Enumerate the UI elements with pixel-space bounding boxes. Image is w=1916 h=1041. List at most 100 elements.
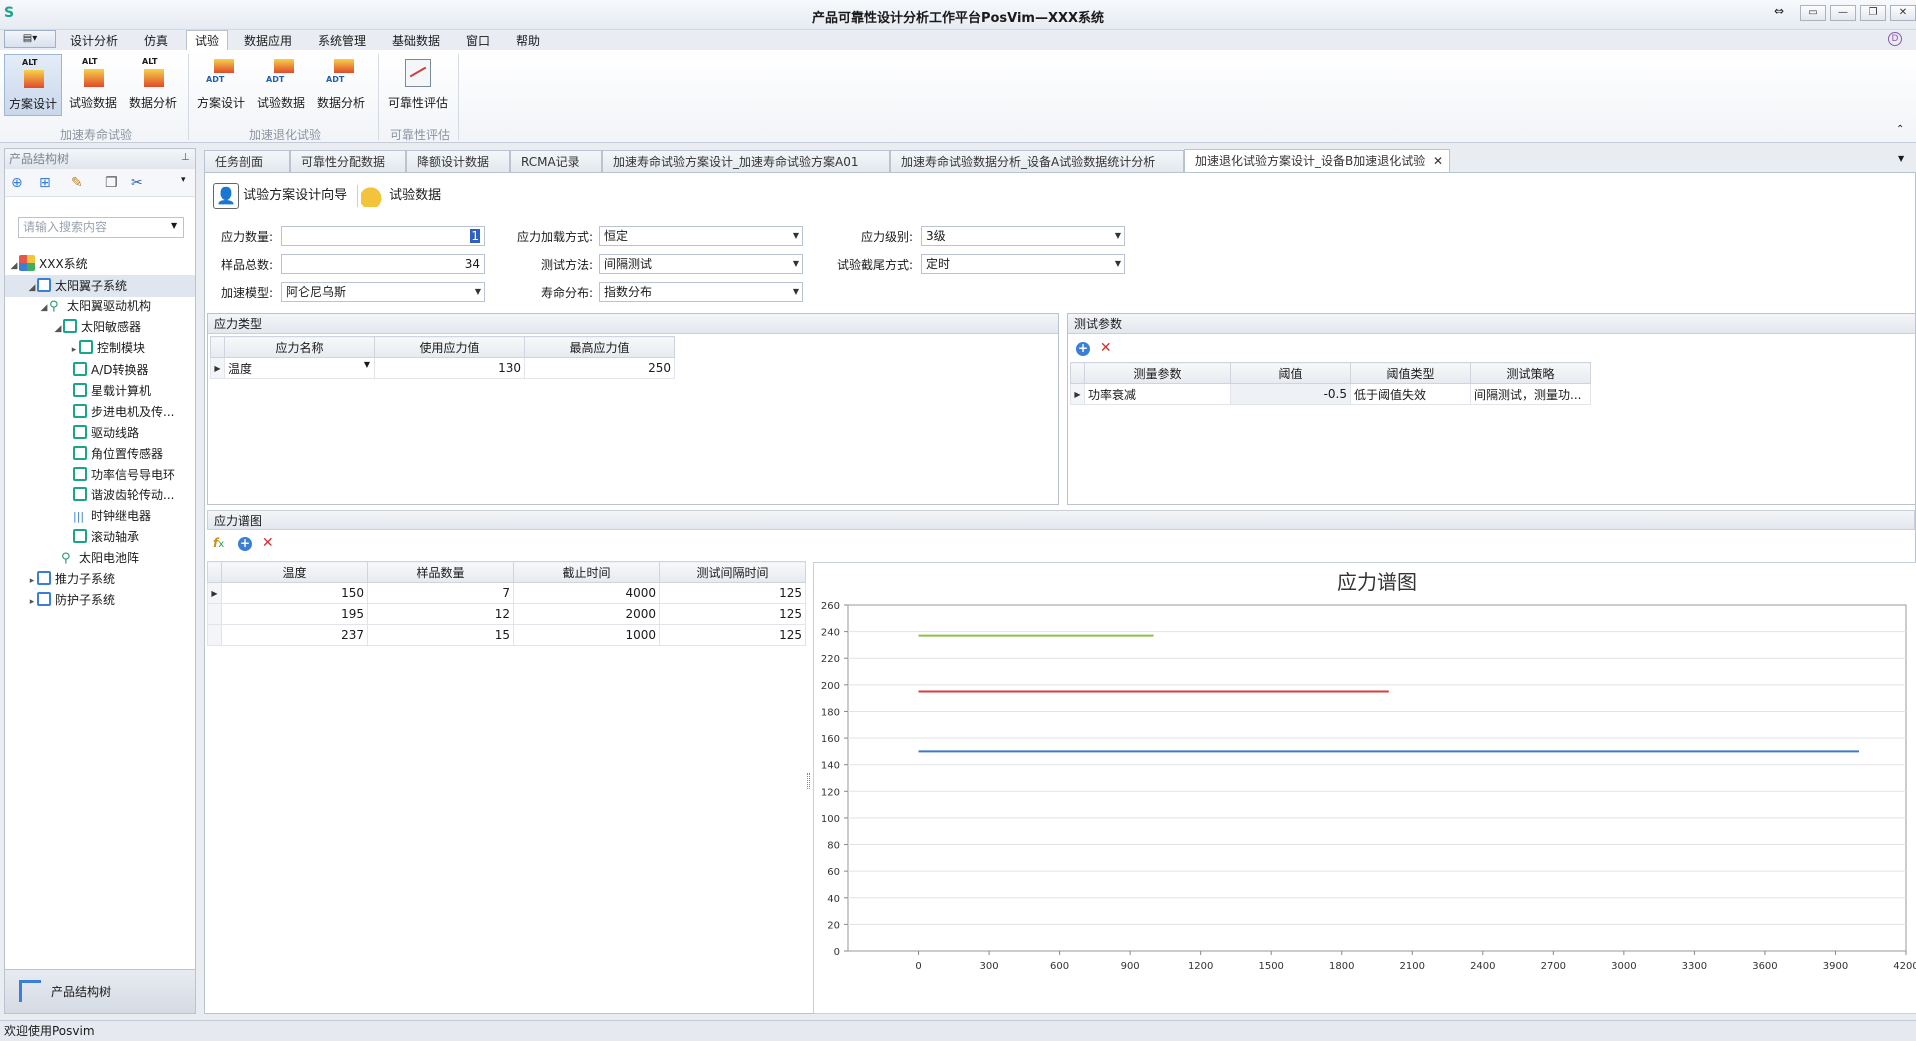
tree-node-onboard-computer[interactable]: 星载计算机 bbox=[73, 380, 151, 402]
tree-node-drive-circuit[interactable]: 驱动线路 bbox=[73, 422, 139, 444]
cell[interactable]: 125 bbox=[659, 582, 806, 604]
user-icon[interactable]: D bbox=[1888, 32, 1902, 46]
accel-model-select[interactable]: 阿仑尼乌斯 bbox=[281, 282, 485, 302]
collapse-icon[interactable]: ◢ bbox=[53, 318, 63, 340]
tree-node-angle-sensor[interactable]: 角位置传感器 bbox=[73, 443, 163, 465]
cell[interactable]: -0.5 bbox=[1230, 383, 1351, 405]
cell[interactable]: 125 bbox=[659, 624, 806, 646]
delete-icon[interactable]: ✕ bbox=[262, 535, 274, 551]
collapse-icon[interactable]: ◢ bbox=[9, 255, 19, 277]
tab-list-dropdown-icon[interactable]: ▼ bbox=[1898, 154, 1904, 163]
cell[interactable]: 150 bbox=[221, 582, 368, 604]
delete-icon[interactable]: ✕ bbox=[1100, 340, 1112, 356]
adt-plan-design-button[interactable]: ADT 方案设计 bbox=[192, 54, 250, 116]
minimize-button[interactable]: — bbox=[1830, 5, 1856, 21]
pin-icon[interactable]: ⊥ bbox=[181, 152, 190, 163]
column-header[interactable]: 阈值 bbox=[1230, 362, 1351, 384]
test-method-select[interactable]: 间隔测试 bbox=[599, 254, 803, 274]
cell[interactable]: 237 bbox=[221, 624, 368, 646]
cell[interactable]: 温度 ▼ bbox=[224, 357, 375, 379]
cell[interactable]: 195 bbox=[221, 603, 368, 625]
cell[interactable]: 250 bbox=[524, 357, 675, 379]
menu-simulation[interactable]: 仿真 bbox=[136, 32, 176, 50]
restore-small-button[interactable]: ▭ bbox=[1800, 5, 1826, 21]
product-tree-nav-button[interactable]: 产品结构树 bbox=[5, 969, 195, 1013]
tree-node-solar-wing[interactable]: ◢ 太阳翼子系统 bbox=[5, 275, 195, 297]
column-header[interactable]: 应力名称 bbox=[224, 336, 375, 358]
cell[interactable]: 低于阈值失效 bbox=[1350, 383, 1471, 405]
cut-icon[interactable]: ✂ bbox=[131, 175, 147, 191]
tab-derating-design[interactable]: 降额设计数据 bbox=[406, 150, 510, 172]
tree-node-ad-converter[interactable]: A/D转换器 bbox=[73, 359, 149, 381]
menu-help[interactable]: 帮助 bbox=[508, 32, 548, 50]
copy-icon[interactable]: ❐ bbox=[105, 175, 121, 191]
menu-window[interactable]: 窗口 bbox=[458, 32, 498, 50]
tab-reliability-allocation[interactable]: 可靠性分配数据 bbox=[290, 150, 406, 172]
tree-node-slip-ring[interactable]: 功率信号导电环 bbox=[73, 464, 175, 486]
tree-node-control-module[interactable]: ▸ 控制模块 bbox=[69, 337, 145, 359]
sample-total-input[interactable]: 34 bbox=[281, 254, 485, 274]
app-menu-button[interactable]: ▤▾ bbox=[4, 30, 56, 48]
table-row[interactable]: ▶ 150 7 4000 125 bbox=[207, 582, 806, 604]
column-header[interactable]: 测试策略 bbox=[1470, 362, 1591, 384]
menu-system-management[interactable]: 系统管理 bbox=[310, 32, 374, 50]
splitter-handle[interactable] bbox=[807, 773, 810, 789]
tab-adt-plan[interactable]: 加速退化试验方案设计_设备B加速退化试验 ✕ bbox=[1184, 149, 1450, 173]
resize-icon[interactable]: ⇔ bbox=[1774, 4, 1784, 18]
alt-plan-design-button[interactable]: ALT 方案设计 bbox=[4, 54, 62, 116]
cell[interactable]: 12 bbox=[367, 603, 514, 625]
expand-icon[interactable]: ▸ bbox=[69, 339, 79, 361]
close-tab-icon[interactable]: ✕ bbox=[1433, 150, 1443, 172]
add-sibling-icon[interactable]: ⊕ bbox=[11, 175, 27, 191]
adt-test-data-button[interactable]: ADT 试验数据 bbox=[252, 54, 310, 116]
alt-data-analysis-button[interactable]: ALT 数据分析 bbox=[124, 54, 182, 116]
tree-node-thrust[interactable]: ▸ 推力子系统 bbox=[27, 568, 115, 590]
column-header[interactable]: 测量参数 bbox=[1084, 362, 1231, 384]
tree-search-input[interactable]: 请输入搜索内容 bbox=[18, 217, 184, 238]
column-header[interactable]: 阈值类型 bbox=[1350, 362, 1471, 384]
column-header[interactable]: 最高应力值 bbox=[524, 336, 675, 358]
cell[interactable]: 功率衰减 bbox=[1084, 383, 1231, 405]
tree-node-root[interactable]: ◢ XXX系统 bbox=[9, 253, 88, 275]
tab-alt-analysis[interactable]: 加速寿命试验数据分析_设备A试验数据统计分析 bbox=[890, 150, 1184, 172]
menu-data-application[interactable]: 数据应用 bbox=[236, 32, 300, 50]
cell-dropdown-icon[interactable]: ▼ bbox=[364, 360, 370, 369]
tree-node-clock-relay[interactable]: ||| 时钟继电器 bbox=[73, 505, 151, 527]
table-row[interactable]: 237 15 1000 125 bbox=[207, 624, 806, 646]
add-child-icon[interactable]: ⊞ bbox=[39, 175, 55, 191]
cell[interactable]: 间隔测试，测量功... bbox=[1470, 383, 1591, 405]
add-icon[interactable]: + bbox=[1076, 342, 1090, 356]
column-header[interactable]: 截止时间 bbox=[513, 561, 660, 583]
cell[interactable]: 7 bbox=[367, 582, 514, 604]
tree-node-sun-sensor[interactable]: ◢ 太阳敏感器 bbox=[53, 316, 141, 338]
edit-icon[interactable]: ✎ bbox=[71, 175, 87, 191]
tree-node-harmonic-gear[interactable]: 谐波齿轮传动... bbox=[73, 484, 174, 506]
tree-node-bearing[interactable]: 滚动轴承 bbox=[73, 526, 139, 548]
cell[interactable]: 130 bbox=[374, 357, 525, 379]
close-button[interactable]: ✕ bbox=[1890, 5, 1916, 21]
tab-alt-plan[interactable]: 加速寿命试验方案设计_加速寿命试验方案A01 bbox=[602, 150, 890, 172]
table-row[interactable]: ▶ 功率衰减 -0.5 低于阈值失效 间隔测试，测量功... bbox=[1070, 383, 1591, 405]
alt-test-data-button[interactable]: ALT 试验数据 bbox=[64, 54, 122, 116]
tab-rcma[interactable]: RCMA记录 bbox=[510, 150, 602, 172]
censor-select[interactable]: 定时 bbox=[921, 254, 1125, 274]
table-row[interactable]: ▶ 温度 ▼ 130 250 bbox=[210, 357, 675, 379]
maximize-button[interactable]: ❐ bbox=[1860, 5, 1886, 21]
cell[interactable]: 15 bbox=[367, 624, 514, 646]
more-dropdown-icon[interactable]: ▾ bbox=[181, 175, 197, 191]
life-dist-select[interactable]: 指数分布 bbox=[599, 282, 803, 302]
load-method-select[interactable]: 恒定 bbox=[599, 226, 803, 246]
column-header[interactable]: 温度 bbox=[221, 561, 368, 583]
plan-wizard-button[interactable]: 👤 试验方案设计向导 bbox=[213, 181, 353, 211]
column-header[interactable]: 样品数量 bbox=[367, 561, 514, 583]
stress-level-select[interactable]: 3级 bbox=[921, 226, 1125, 246]
cell[interactable]: 2000 bbox=[513, 603, 660, 625]
search-dropdown-icon[interactable]: ▼ bbox=[171, 221, 177, 230]
cell[interactable]: 125 bbox=[659, 603, 806, 625]
add-icon[interactable]: + bbox=[237, 537, 252, 551]
collapse-icon[interactable]: ◢ bbox=[39, 297, 49, 319]
menu-design-analysis[interactable]: 设计分析 bbox=[62, 32, 126, 50]
tree-node-drive-mechanism[interactable]: ◢ ⚲ 太阳翼驱动机构 bbox=[39, 295, 151, 317]
tree-node-stepper-motor[interactable]: 步进电机及传... bbox=[73, 401, 174, 423]
tree-node-solar-array[interactable]: ⚲ 太阳电池阵 bbox=[61, 547, 139, 569]
